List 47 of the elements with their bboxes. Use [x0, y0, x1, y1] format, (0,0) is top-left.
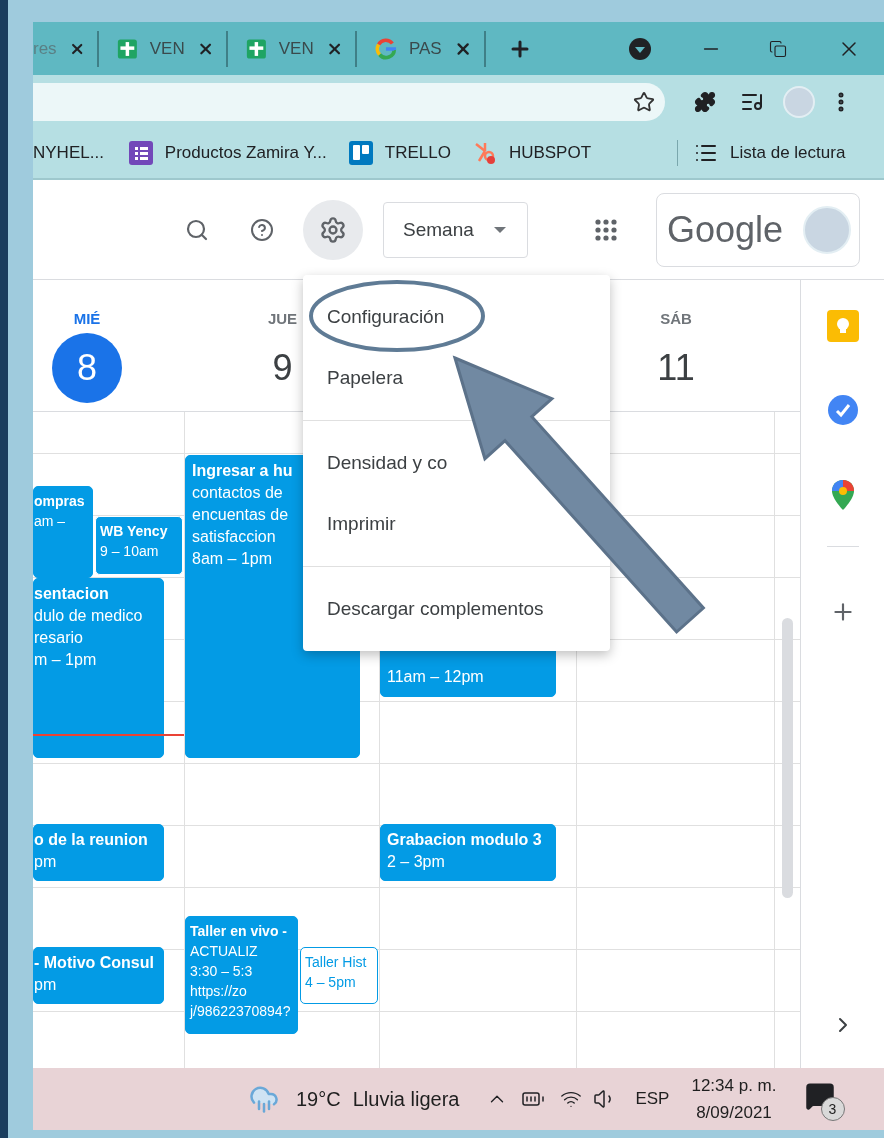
- account-card[interactable]: Google: [656, 192, 860, 267]
- menu-item[interactable]: Papelera: [327, 347, 404, 408]
- apps-grid-icon[interactable]: [594, 217, 618, 242]
- weekday-label: JUE: [267, 310, 298, 327]
- board-icon: [348, 141, 373, 165]
- weekday-label: SÁB: [660, 310, 692, 327]
- g-logo-icon: [375, 36, 397, 61]
- logo-text: Google: [667, 208, 785, 251]
- calendar-event[interactable]: sentacion dulo de medico resario m – 1pm: [33, 578, 164, 758]
- restore-icon[interactable]: [769, 39, 787, 58]
- weather-label: Lluvia ligera: [352, 1087, 460, 1111]
- weekday-label: MIÉ: [73, 310, 101, 327]
- view-dropdown[interactable]: Semana: [383, 201, 528, 258]
- check-circle-icon[interactable]: [826, 394, 859, 426]
- language-label[interactable]: ESP: [635, 1089, 670, 1109]
- date-number[interactable]: 8: [52, 333, 122, 403]
- spreadsheet-icon: [117, 36, 138, 61]
- temperature: 19°C: [296, 1087, 341, 1111]
- bookmark[interactable]: NYHEL...: [33, 143, 104, 163]
- bookmark[interactable]: HUBSPOT: [472, 141, 592, 165]
- calendar-event[interactable]: WB Yency 9 – 10am: [95, 516, 183, 575]
- star-icon[interactable]: [633, 90, 655, 113]
- bookmark[interactable]: TRELLO: [348, 141, 451, 165]
- bookmark[interactable]: Productos Zamira Y...: [128, 141, 327, 165]
- calendar-event[interactable]: - Motivo Consul pm: [33, 947, 164, 1004]
- date-number[interactable]: 11: [641, 333, 711, 403]
- list-form-icon: [128, 141, 153, 165]
- tab-search-icon[interactable]: [629, 37, 651, 60]
- calendar-event[interactable]: Taller en vivo - ACTUALIZ 3:30 – 5:3 https://zo j/98622370894?: [185, 916, 298, 1034]
- spreadsheet-icon: [246, 36, 267, 61]
- caret-icon: [493, 226, 506, 233]
- browser-tab[interactable]: PAS: [357, 30, 486, 67]
- reading-list-button[interactable]: Lista de lectura: [694, 141, 846, 165]
- calendar-event[interactable]: o de la reunion pm: [33, 824, 164, 881]
- calendar-event[interactable]: Grabacion modulo 3 2 – 3pm: [380, 824, 556, 881]
- calendar-event[interactable]: Taller Hist 4 – 5pm: [300, 947, 378, 1004]
- clock[interactable]: 12:34 p. m. 8/09/2021: [691, 1072, 777, 1126]
- puzzle-icon[interactable]: [694, 90, 716, 113]
- notification-count: 3: [820, 1097, 845, 1121]
- browser-tab[interactable]: VEN: [99, 30, 228, 67]
- calendar-event[interactable]: ompras am –: [33, 486, 93, 578]
- settings-icon: [319, 215, 347, 244]
- address-field[interactable]: [33, 82, 665, 121]
- browser-tab[interactable]: VEN: [228, 30, 357, 67]
- map-pin-icon[interactable]: [830, 479, 855, 511]
- scrollbar-thumb[interactable]: [782, 618, 793, 898]
- menu-item[interactable]: Configuración: [327, 286, 445, 347]
